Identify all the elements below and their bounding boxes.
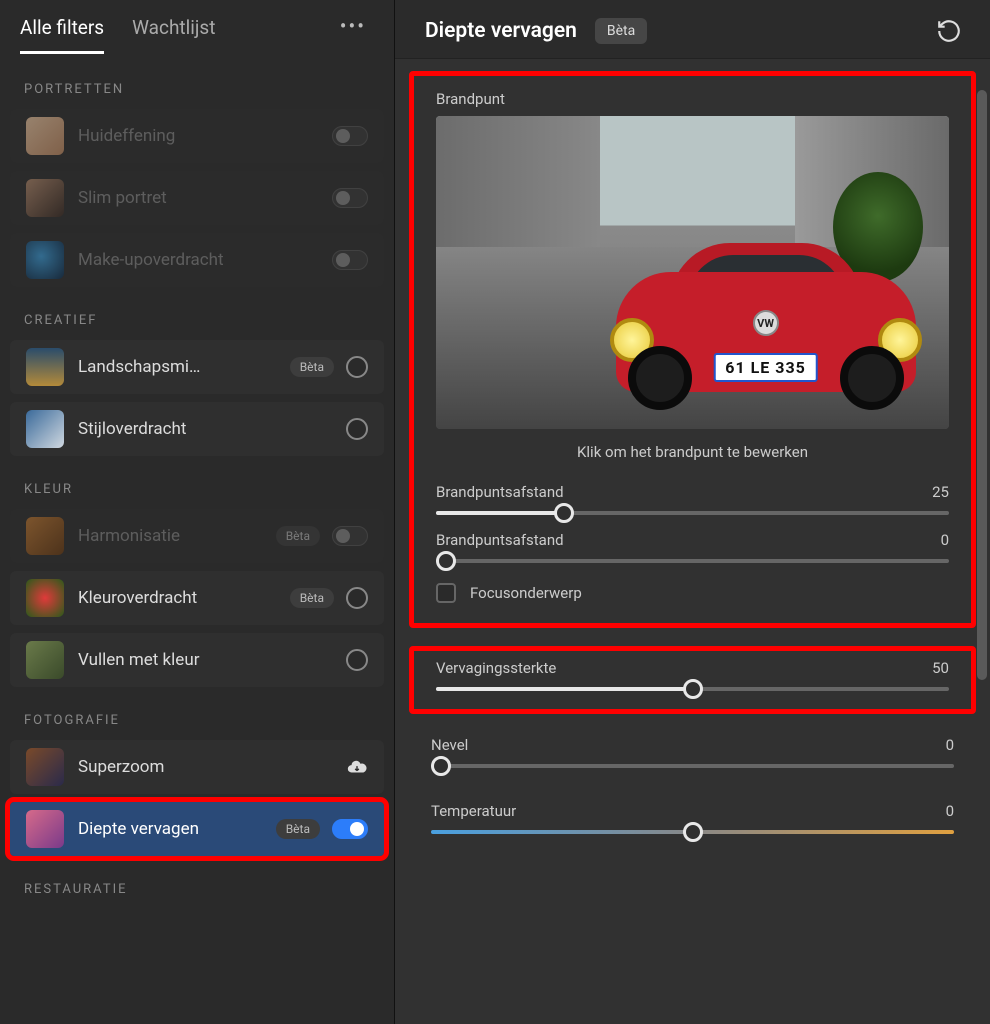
filter-superzoom[interactable]: Superzoom bbox=[10, 740, 384, 794]
section-restoration: RESTAURATIE bbox=[0, 860, 394, 905]
preview-caption: Klik om het brandpunt te bewerken bbox=[436, 443, 949, 461]
filter-style-transfer[interactable]: Stijloverdracht bbox=[10, 402, 384, 456]
thumbnail-icon bbox=[26, 348, 64, 386]
tab-watchlist[interactable]: Wachtlijst bbox=[132, 10, 215, 54]
slider-track[interactable] bbox=[431, 830, 954, 834]
slider-value[interactable]: 25 bbox=[932, 483, 949, 501]
toggle[interactable] bbox=[332, 126, 368, 146]
vw-logo-icon: VW bbox=[753, 310, 779, 336]
focal-distance-slider: Brandpuntsafstand 25 bbox=[436, 483, 949, 515]
thumbnail-icon bbox=[26, 410, 64, 448]
thumbnail-icon bbox=[26, 641, 64, 679]
slider-track[interactable] bbox=[436, 687, 949, 691]
slider-thumb[interactable] bbox=[431, 756, 451, 776]
haze-slider: Nevel 0 bbox=[431, 736, 954, 768]
filter-colorize[interactable]: Vullen met kleur bbox=[10, 633, 384, 687]
filters-sidebar: Alle filters Wachtlijst ••• PORTRETTEN H… bbox=[0, 0, 395, 1024]
slider-label: Brandpuntsafstand bbox=[436, 483, 564, 501]
properties-panel: Diepte vervagen Bèta Brandpunt VW 61 LE … bbox=[395, 0, 990, 1024]
slider-thumb[interactable] bbox=[436, 551, 456, 571]
filter-label: Diepte vervagen bbox=[78, 819, 276, 839]
slider-value[interactable]: 50 bbox=[932, 659, 949, 677]
filter-label: Vullen met kleur bbox=[78, 650, 346, 670]
section-portraits: PORTRETTEN bbox=[0, 60, 394, 105]
radio-toggle[interactable] bbox=[346, 649, 368, 671]
thumbnail-icon bbox=[26, 117, 64, 155]
slider-label: Vervagingssterkte bbox=[436, 659, 556, 677]
beta-badge: Bèta bbox=[595, 18, 647, 44]
section-creative: CREATIEF bbox=[0, 291, 394, 336]
thumbnail-icon bbox=[26, 179, 64, 217]
thumbnail-icon bbox=[26, 579, 64, 617]
focus-subject-checkbox[interactable] bbox=[436, 583, 456, 603]
focal-range-slider: Brandpuntsafstand 0 bbox=[436, 531, 949, 563]
toggle[interactable] bbox=[332, 250, 368, 270]
section-color: KLEUR bbox=[0, 460, 394, 505]
tab-all-filters[interactable]: Alle filters bbox=[20, 10, 104, 54]
slider-value[interactable]: 0 bbox=[941, 531, 949, 549]
thumbnail-icon bbox=[26, 810, 64, 848]
section-photography: FOTOGRAFIE bbox=[0, 691, 394, 736]
slider-label: Temperatuur bbox=[431, 802, 516, 820]
radio-toggle[interactable] bbox=[346, 356, 368, 378]
beta-badge: Bèta bbox=[276, 526, 320, 546]
thumbnail-icon bbox=[26, 748, 64, 786]
license-plate: 61 LE 335 bbox=[713, 353, 818, 382]
filter-label: Stijloverdracht bbox=[78, 419, 346, 439]
filter-label: Slim portret bbox=[78, 188, 332, 208]
filter-label: Superzoom bbox=[78, 757, 346, 777]
slider-thumb[interactable] bbox=[683, 822, 703, 842]
beta-badge: Bèta bbox=[290, 357, 334, 377]
radio-toggle[interactable] bbox=[346, 418, 368, 440]
slider-label: Nevel bbox=[431, 736, 468, 754]
slider-label: Brandpuntsafstand bbox=[436, 531, 564, 549]
brandpunt-title: Brandpunt bbox=[436, 90, 949, 108]
thumbnail-icon bbox=[26, 241, 64, 279]
slider-track[interactable] bbox=[431, 764, 954, 768]
temperature-slider: Temperatuur 0 bbox=[431, 802, 954, 834]
panel-body[interactable]: Brandpunt VW 61 LE 335 Klik om het brand… bbox=[395, 59, 990, 1024]
focus-subject-row: Focusonderwerp bbox=[436, 583, 949, 603]
filter-label: Landschapsmi… bbox=[78, 357, 290, 377]
blur-strength-slider: Vervagingssterkte 50 bbox=[436, 659, 949, 691]
toggle[interactable] bbox=[332, 526, 368, 546]
reset-icon[interactable] bbox=[936, 18, 962, 44]
filter-label: Harmonisatie bbox=[78, 526, 276, 546]
scrollbar[interactable] bbox=[977, 90, 987, 680]
filter-depth-blur[interactable]: Diepte vervagen Bèta bbox=[10, 802, 384, 856]
slider-value[interactable]: 0 bbox=[946, 736, 954, 754]
blur-strength-group: Vervagingssterkte 50 bbox=[409, 646, 976, 714]
preview-image[interactable]: VW 61 LE 335 bbox=[436, 116, 949, 429]
filter-label: Make-upoverdracht bbox=[78, 250, 332, 270]
filter-label: Huideffening bbox=[78, 126, 332, 146]
thumbnail-icon bbox=[26, 517, 64, 555]
radio-toggle[interactable] bbox=[346, 587, 368, 609]
sidebar-tabs: Alle filters Wachtlijst ••• bbox=[0, 10, 394, 60]
toggle[interactable] bbox=[332, 819, 368, 839]
filter-skin-smoothing[interactable]: Huideffening bbox=[10, 109, 384, 163]
toggle[interactable] bbox=[332, 188, 368, 208]
cloud-download-icon[interactable] bbox=[346, 756, 368, 778]
filter-color-transfer[interactable]: Kleuroverdracht Bèta bbox=[10, 571, 384, 625]
slider-thumb[interactable] bbox=[554, 503, 574, 523]
filter-makeup-transfer[interactable]: Make-upoverdracht bbox=[10, 233, 384, 287]
beta-badge: Bèta bbox=[276, 819, 320, 839]
more-options-icon[interactable]: ••• bbox=[332, 10, 374, 42]
panel-header: Diepte vervagen Bèta bbox=[395, 0, 990, 59]
temperature-group: Temperatuur 0 bbox=[409, 798, 976, 846]
filter-label: Kleuroverdracht bbox=[78, 588, 290, 608]
beta-badge: Bèta bbox=[290, 588, 334, 608]
haze-group: Nevel 0 bbox=[409, 732, 976, 780]
slider-thumb[interactable] bbox=[683, 679, 703, 699]
filter-harmonization[interactable]: Harmonisatie Bèta bbox=[10, 509, 384, 563]
brandpunt-group: Brandpunt VW 61 LE 335 Klik om het brand… bbox=[409, 71, 976, 628]
slider-track[interactable] bbox=[436, 511, 949, 515]
panel-title: Diepte vervagen bbox=[425, 19, 577, 43]
filter-landscape-mixer[interactable]: Landschapsmi… Bèta bbox=[10, 340, 384, 394]
slider-value[interactable]: 0 bbox=[946, 802, 954, 820]
focus-subject-label: Focusonderwerp bbox=[470, 584, 582, 602]
filter-smart-portrait[interactable]: Slim portret bbox=[10, 171, 384, 225]
slider-track[interactable] bbox=[436, 559, 949, 563]
